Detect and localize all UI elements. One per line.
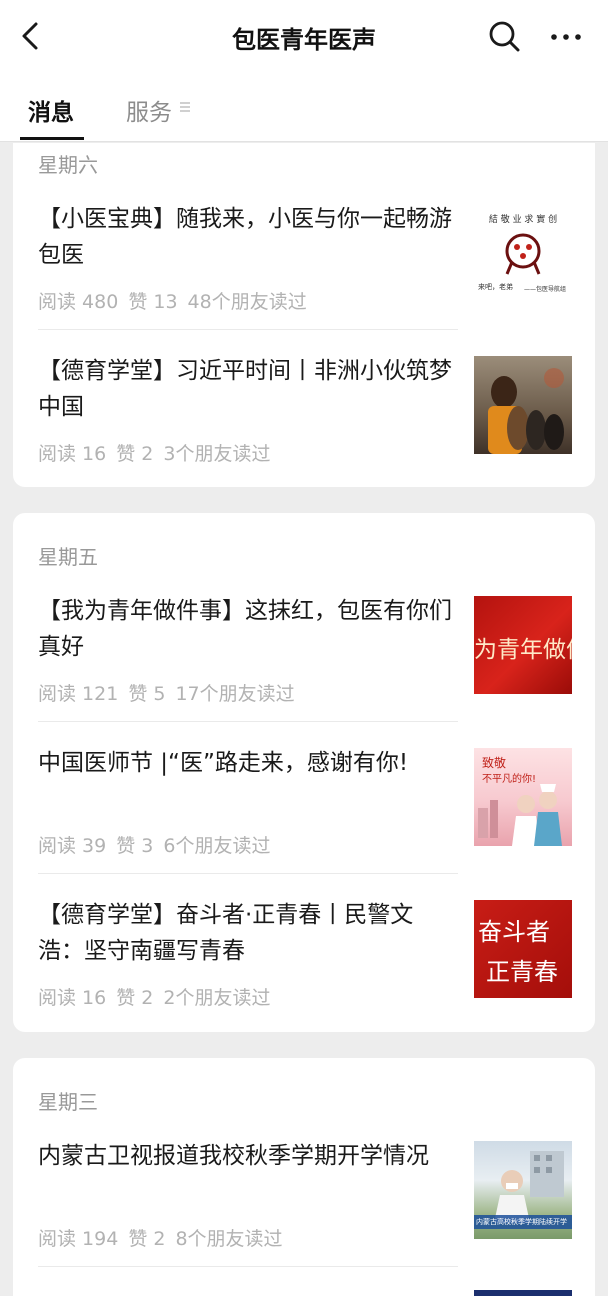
tab-messages[interactable]: 消息 (28, 93, 74, 127)
like-count: 赞 2 (116, 987, 154, 1009)
read-count: 阅读 16 (38, 987, 107, 1009)
article-thumbnail: 致敬 不平凡的你! (474, 748, 572, 846)
article-meta: 阅读 16 赞 2 2个朋友读过 (38, 983, 280, 1010)
thumb-line-2: 正青春 (486, 958, 558, 986)
friends-read: 2个朋友读过 (163, 987, 271, 1009)
article-item[interactable]: 【小医宝典】随我来，小医与你一起畅游包医 阅读 480 赞 13 48个朋友读过 結… (13, 201, 595, 341)
article-title: 【德育学堂】奋斗者·正青春丨民警文浩：坚守南疆写青春 (38, 902, 414, 964)
friends-read: 17个朋友读过 (175, 683, 295, 705)
article-item[interactable]: 【德育学堂】习近平时间丨非洲小伙筑梦中国 阅读 16 赞 2 3个朋友读过 (13, 353, 595, 493)
day-label: 星期三 (38, 1090, 98, 1114)
like-count: 赞 3 (116, 835, 154, 857)
more-icon (551, 34, 581, 40)
like-count: 赞 5 (128, 683, 166, 705)
divider (38, 873, 458, 874)
search-icon (489, 21, 520, 52)
like-count: 赞 2 (128, 1228, 166, 1250)
article-item[interactable]: 【德育学堂】奋斗者·正青春丨民警文浩：坚守南疆写青春 阅读 16 赞 2 2个朋友读… (13, 897, 595, 1037)
friends-read: 6个朋友读过 (163, 835, 271, 857)
thumb-caption-right: ——包医导航组 (524, 286, 567, 293)
day-group-card: 星期六 【小医宝典】随我来，小医与你一起畅游包医 阅读 480 赞 13 48个朋友… (13, 143, 595, 487)
tab-bar: 消息 服务 (0, 75, 608, 142)
article-thumbnail (474, 356, 572, 454)
article-meta: 阅读 39 赞 3 6个朋友读过 (38, 831, 280, 858)
next-article-thumbnail-edge (474, 1290, 572, 1296)
article-title: 【小医宝典】随我来，小医与你一起畅游包医 (38, 206, 452, 268)
article-title: 内蒙古卫视报道我校秋季学期开学情况 (38, 1143, 429, 1169)
read-count: 阅读 480 (38, 291, 119, 313)
top-bar: 包医青年医声 (0, 0, 608, 75)
read-count: 阅读 39 (38, 835, 107, 857)
day-label: 星期六 (38, 153, 98, 177)
menu-lines-icon[interactable] (179, 100, 191, 114)
day-group-card: 星期五 【我为青年做件事】这抹红，包医有你们真好 阅读 121 赞 5 17个朋友读… (13, 513, 595, 1032)
search-button[interactable] (486, 18, 522, 54)
article-meta: 阅读 194 赞 2 8个朋友读过 (38, 1224, 293, 1251)
article-item[interactable]: 内蒙古卫视报道我校秋季学期开学情况 阅读 194 赞 2 8个朋友读过 内蒙古高校秋… (13, 1138, 595, 1278)
article-thumbnail: 結 敬 业 求 實 创 来吧，老弟 ——包医导航组 (474, 204, 572, 302)
thumb-caption-left: 来吧，老弟 (478, 283, 513, 291)
article-thumbnail: 奋斗者 正青春 (474, 900, 572, 998)
article-meta: 阅读 121 赞 5 17个朋友读过 (38, 679, 305, 706)
read-count: 阅读 16 (38, 443, 107, 465)
more-button[interactable] (546, 18, 586, 54)
like-count: 赞 13 (128, 291, 178, 313)
divider (38, 1266, 458, 1267)
divider (38, 329, 458, 330)
article-title: 中国医师节 |“医”路走来，感谢有你! (38, 750, 409, 776)
article-thumbnail: 为青年做件 (474, 596, 572, 694)
tab-services[interactable]: 服务 (126, 93, 172, 127)
thumb-banner-text: 为青年做件 (474, 637, 572, 663)
article-thumbnail: 内蒙古高校秋季学期陆续开学 (474, 1141, 572, 1239)
divider (38, 721, 458, 722)
thumb-line-1: 奋斗者 (478, 918, 550, 946)
doctors-illustration (478, 784, 562, 846)
article-meta: 阅读 16 赞 2 3个朋友读过 (38, 439, 280, 466)
thumb-caption: 内蒙古高校秋季学期陆续开学 (476, 1218, 567, 1226)
article-meta: 阅读 480 赞 13 48个朋友读过 (38, 287, 317, 314)
day-label: 星期五 (38, 545, 98, 569)
article-item[interactable]: 【我为青年做件事】这抹红，包医有你们真好 阅读 121 赞 5 17个朋友读过 为青… (13, 593, 595, 733)
article-title: 【我为青年做件事】这抹红，包医有你们真好 (38, 598, 452, 660)
photo-image (488, 368, 564, 454)
day-group-card: 星期三 内蒙古卫视报道我校秋季学期开学情况 阅读 194 赞 2 8个朋友读过 内蒙… (13, 1058, 595, 1296)
article-title: 【德育学堂】习近平时间丨非洲小伙筑梦中国 (38, 358, 452, 420)
like-count: 赞 2 (116, 443, 154, 465)
read-count: 阅读 194 (38, 1228, 119, 1250)
active-tab-indicator (20, 137, 84, 140)
friends-read: 48个朋友读过 (187, 291, 307, 313)
article-item[interactable]: 中国医师节 |“医”路走来，感谢有你! 阅读 39 赞 3 6个朋友读过 致敬 不平… (13, 745, 595, 885)
friends-read: 8个朋友读过 (175, 1228, 283, 1250)
friends-read: 3个朋友读过 (163, 443, 271, 465)
read-count: 阅读 121 (38, 683, 119, 705)
